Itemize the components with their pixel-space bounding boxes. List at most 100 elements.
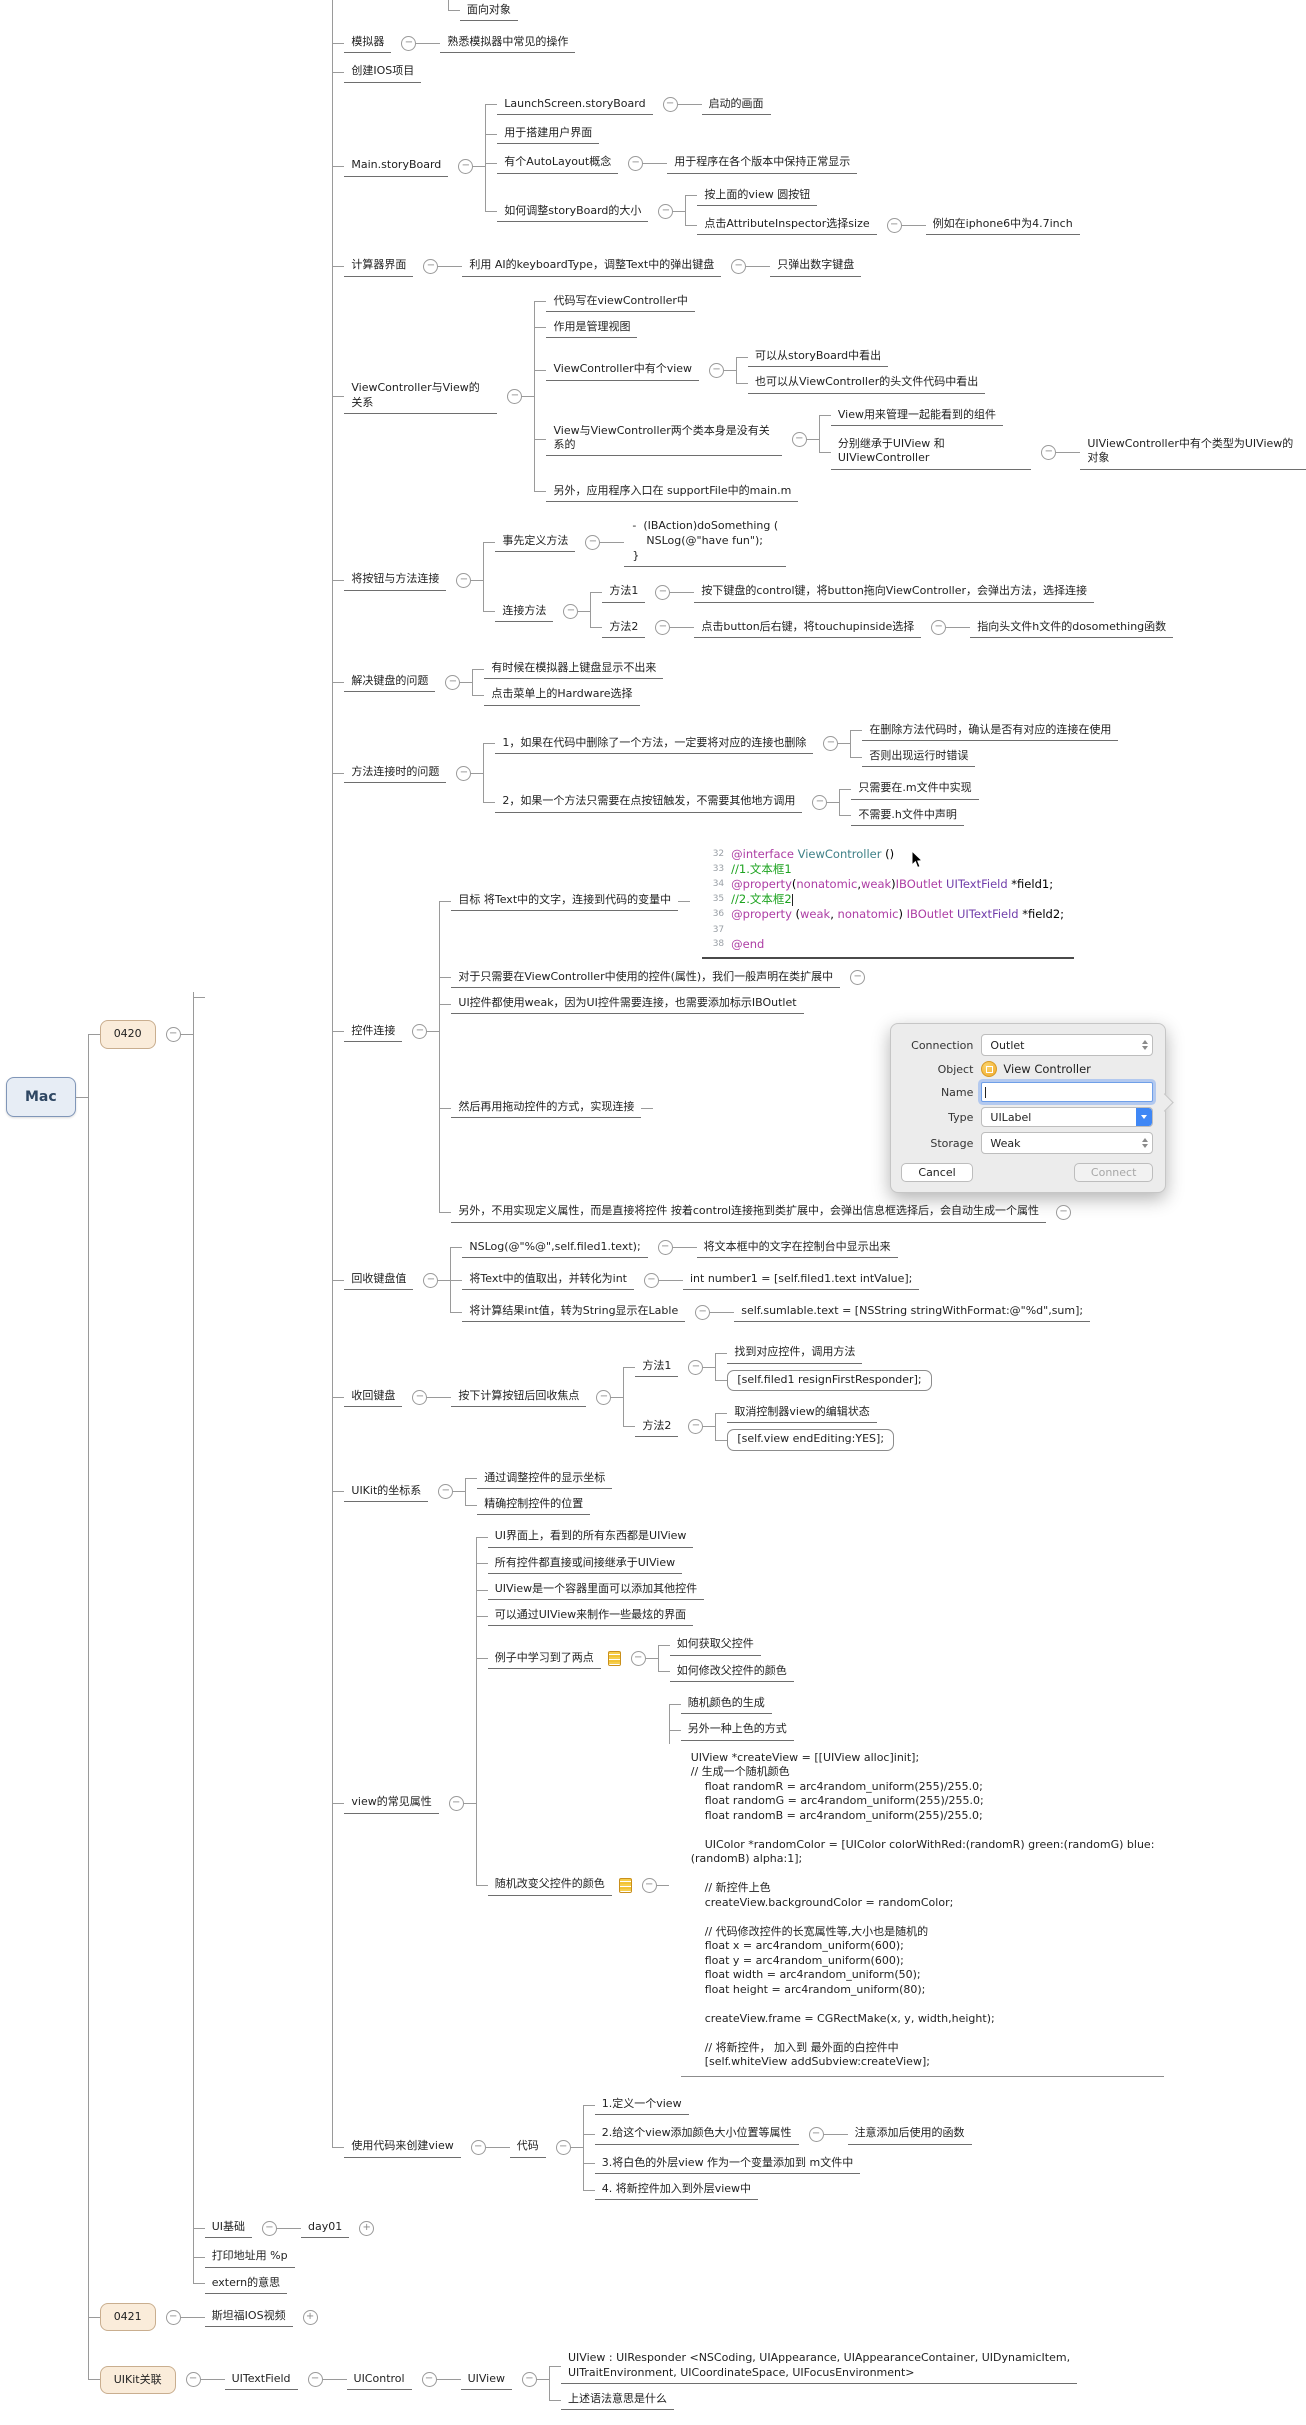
topic-label[interactable]: 点击AttributeInspector选择size bbox=[697, 215, 877, 236]
stepper-icon[interactable] bbox=[1142, 1138, 1149, 1149]
topic-label[interactable]: 也可以从ViewController的头文件代码中看出 bbox=[748, 373, 986, 394]
topic-label[interactable]: 启动的画面 bbox=[701, 95, 771, 116]
topic-label[interactable]: 有时候在模拟器上键盘显示不出来 bbox=[484, 659, 664, 680]
collapse-icon[interactable]: − bbox=[458, 158, 474, 174]
topic-0420[interactable]: 0420 bbox=[99, 1020, 156, 1049]
topic-label[interactable]: 另外，不用实现定义属性，而是直接将控件 按着control连接拖到类扩展中，会弹… bbox=[451, 1202, 1047, 1223]
collapse-icon[interactable]: − bbox=[555, 2140, 571, 2156]
topic-label[interactable]: UIKit的坐标系 bbox=[344, 1482, 429, 1503]
topic-label[interactable]: 指向头文件h文件的dosomething函数 bbox=[970, 618, 1174, 639]
topic-label[interactable]: 将文本框中的文字在控制台中显示出来 bbox=[696, 1238, 898, 1258]
topic-label[interactable]: UI界面上，看到的所有东西都是UIView bbox=[487, 1527, 694, 1548]
topic-label[interactable]: 如何调整storyBoard的大小 bbox=[497, 202, 649, 223]
topic-label[interactable]: 按上面的view 圆按钮 bbox=[697, 186, 818, 206]
collapse-icon[interactable]: − bbox=[307, 2372, 323, 2388]
topic-label[interactable]: 将计算结果int值，转为String显示在Lable bbox=[462, 1302, 686, 1323]
topic-label[interactable]: 按下计算按钮后回收焦点 bbox=[451, 1387, 587, 1408]
topic-label[interactable]: 解决键盘的问题 bbox=[344, 672, 436, 693]
topic-label[interactable]: 只需要在.m文件中实现 bbox=[851, 779, 979, 800]
topic-label[interactable]: int number1 = [self.filed1.text intValue… bbox=[682, 1270, 920, 1291]
collapse-icon[interactable]: − bbox=[261, 2220, 277, 2236]
collapse-icon[interactable]: − bbox=[823, 736, 839, 752]
topic-label[interactable]: UI基础 bbox=[204, 2218, 252, 2239]
topic-label[interactable]: 代码 bbox=[509, 2137, 546, 2158]
collapse-icon[interactable]: − bbox=[655, 585, 671, 601]
topic-label[interactable]: 作用是管理视图 bbox=[546, 318, 638, 339]
collapse-icon[interactable]: − bbox=[401, 35, 417, 51]
topic-uikit-relation[interactable]: UIKit关联 bbox=[99, 2365, 176, 2394]
topic-label[interactable]: 1，如果在代码中删除了一个方法，一定要将对应的连接也删除 bbox=[495, 734, 814, 755]
collapse-icon[interactable]: − bbox=[507, 389, 523, 405]
collapse-icon[interactable]: − bbox=[456, 572, 472, 588]
collapse-icon[interactable]: − bbox=[438, 1484, 454, 1500]
collapse-icon[interactable]: − bbox=[850, 970, 866, 986]
topic-label[interactable]: 方法1 bbox=[635, 1357, 679, 1378]
connection-select[interactable]: Outlet bbox=[981, 1034, 1154, 1057]
topic-label[interactable]: 控件连接 bbox=[344, 1022, 403, 1042]
topic-label[interactable]: 模拟器 bbox=[344, 33, 392, 54]
topic-label[interactable]: [self.view endEditing:YES]; bbox=[727, 1429, 895, 1451]
topic-label[interactable]: 方法2 bbox=[635, 1417, 679, 1438]
topic-label[interactable]: 可以通过UIView来制作一些最炫的界面 bbox=[487, 1606, 694, 1627]
topic-label[interactable]: 3.将白色的外层view 作为一个变量添加到 m文件中 bbox=[594, 2154, 861, 2174]
topic-label[interactable]: 否则出现运行时错误 bbox=[862, 747, 976, 768]
topic-label[interactable]: 按下键盘的control键，将button拖向ViewController，会弹… bbox=[694, 582, 1095, 603]
collapse-icon[interactable]: − bbox=[470, 2140, 486, 2156]
topic-label[interactable]: 4. 将新控件加入到外层view中 bbox=[594, 2180, 759, 2201]
collapse-icon[interactable]: − bbox=[596, 1389, 612, 1405]
topic-label[interactable]: 只弹出数字键盘 bbox=[770, 256, 862, 277]
topic-label[interactable]: 注意添加后使用的函数 bbox=[847, 2124, 972, 2145]
topic-label[interactable]: day01 bbox=[300, 2218, 350, 2239]
name-input[interactable] bbox=[981, 1082, 1154, 1103]
topic-label[interactable]: UIView bbox=[460, 2370, 512, 2390]
topic-label[interactable]: View用来管理一起能看到的组件 bbox=[830, 406, 1003, 426]
topic-label[interactable]: 方法2 bbox=[602, 618, 646, 639]
topic-mac[interactable]: Mac bbox=[6, 1076, 76, 1118]
collapse-icon[interactable]: − bbox=[521, 2372, 537, 2388]
collapse-icon[interactable]: − bbox=[931, 620, 947, 636]
topic-label[interactable]: 用于程序在各个版本中保持正常显示 bbox=[667, 153, 858, 174]
collapse-icon[interactable]: − bbox=[657, 1240, 673, 1256]
topic-label[interactable]: - (IBAction)doSomething ( NSLog(@"have f… bbox=[624, 517, 787, 568]
topic-label[interactable]: 方法连接时的问题 bbox=[344, 763, 447, 784]
cancel-button[interactable]: Cancel bbox=[901, 1163, 973, 1183]
collapse-icon[interactable]: − bbox=[791, 431, 807, 447]
topic-label[interactable]: 利用 AI的keyboardType，调整Text中的弹出键盘 bbox=[462, 256, 722, 277]
topic-label[interactable]: 方法1 bbox=[602, 582, 646, 603]
collapse-icon[interactable]: − bbox=[1056, 1204, 1072, 1220]
collapse-icon[interactable]: − bbox=[585, 534, 601, 550]
topic-label[interactable]: 点击菜单上的Hardware选择 bbox=[484, 685, 640, 706]
topic-label[interactable]: 不需要.h文件中声明 bbox=[851, 806, 964, 826]
topic-label[interactable]: 计算器界面 bbox=[344, 256, 414, 277]
topic-label[interactable]: 创建IOS项目 bbox=[344, 62, 422, 83]
topic-label[interactable]: 有个AutoLayout概念 bbox=[497, 153, 619, 174]
topic-label[interactable]: UIView : UIResponder <NSCoding, UIAppear… bbox=[560, 2349, 1078, 2384]
connect-button[interactable]: Connect bbox=[1073, 1163, 1154, 1183]
collapse-icon[interactable]: − bbox=[456, 765, 472, 781]
topic-label[interactable]: 将Text中的值取出，并转化为int bbox=[462, 1270, 634, 1291]
collapse-icon[interactable]: − bbox=[695, 1304, 711, 1320]
collapse-icon[interactable]: − bbox=[448, 1796, 464, 1812]
topic-label[interactable]: 事先定义方法 bbox=[495, 532, 576, 553]
topic-label[interactable]: 点击button后右键，将touchupinside选择 bbox=[694, 618, 922, 639]
topic-label[interactable]: 打印地址用 %p bbox=[204, 2247, 295, 2268]
topic-label[interactable]: 另外，应用程序入口在 supportFile中的main.m bbox=[546, 482, 799, 502]
topic-label[interactable]: ViewController与View的关系 bbox=[344, 379, 498, 414]
topic-label[interactable]: 2，如果一个方法只需要在点按钮触发，不需要其他地方调用 bbox=[495, 792, 803, 813]
topic-label[interactable]: 使用代码来创建view bbox=[344, 2137, 461, 2158]
topic-label[interactable]: 随机改变父控件的颜色 bbox=[487, 1875, 612, 1896]
collapse-icon[interactable]: − bbox=[445, 674, 461, 690]
topic-label[interactable]: UITextField bbox=[224, 2370, 298, 2390]
topic-label[interactable]: 例如在iphone6中为4.7inch bbox=[925, 215, 1080, 236]
topic-label[interactable]: UIView是一个容器里面可以添加其他控件 bbox=[487, 1580, 705, 1601]
topic-label[interactable]: Main.storyBoard bbox=[344, 156, 449, 177]
collapse-icon[interactable]: − bbox=[165, 2309, 181, 2325]
topic-label[interactable]: 精确控制控件的位置 bbox=[477, 1495, 591, 1516]
topic-label[interactable]: extern的意思 bbox=[204, 2274, 288, 2295]
topic-label[interactable]: 面向对象 bbox=[459, 1, 518, 22]
collapse-icon[interactable]: − bbox=[658, 204, 674, 220]
topic-label[interactable]: 在删除方法代码时，确认是否有对应的连接在使用 bbox=[862, 721, 1119, 741]
topic-label[interactable]: UIViewController中有个类型为UIView的对象 bbox=[1080, 435, 1306, 470]
topic-label[interactable]: 收回键盘 bbox=[344, 1387, 403, 1408]
expand-icon[interactable]: + bbox=[359, 2220, 375, 2236]
